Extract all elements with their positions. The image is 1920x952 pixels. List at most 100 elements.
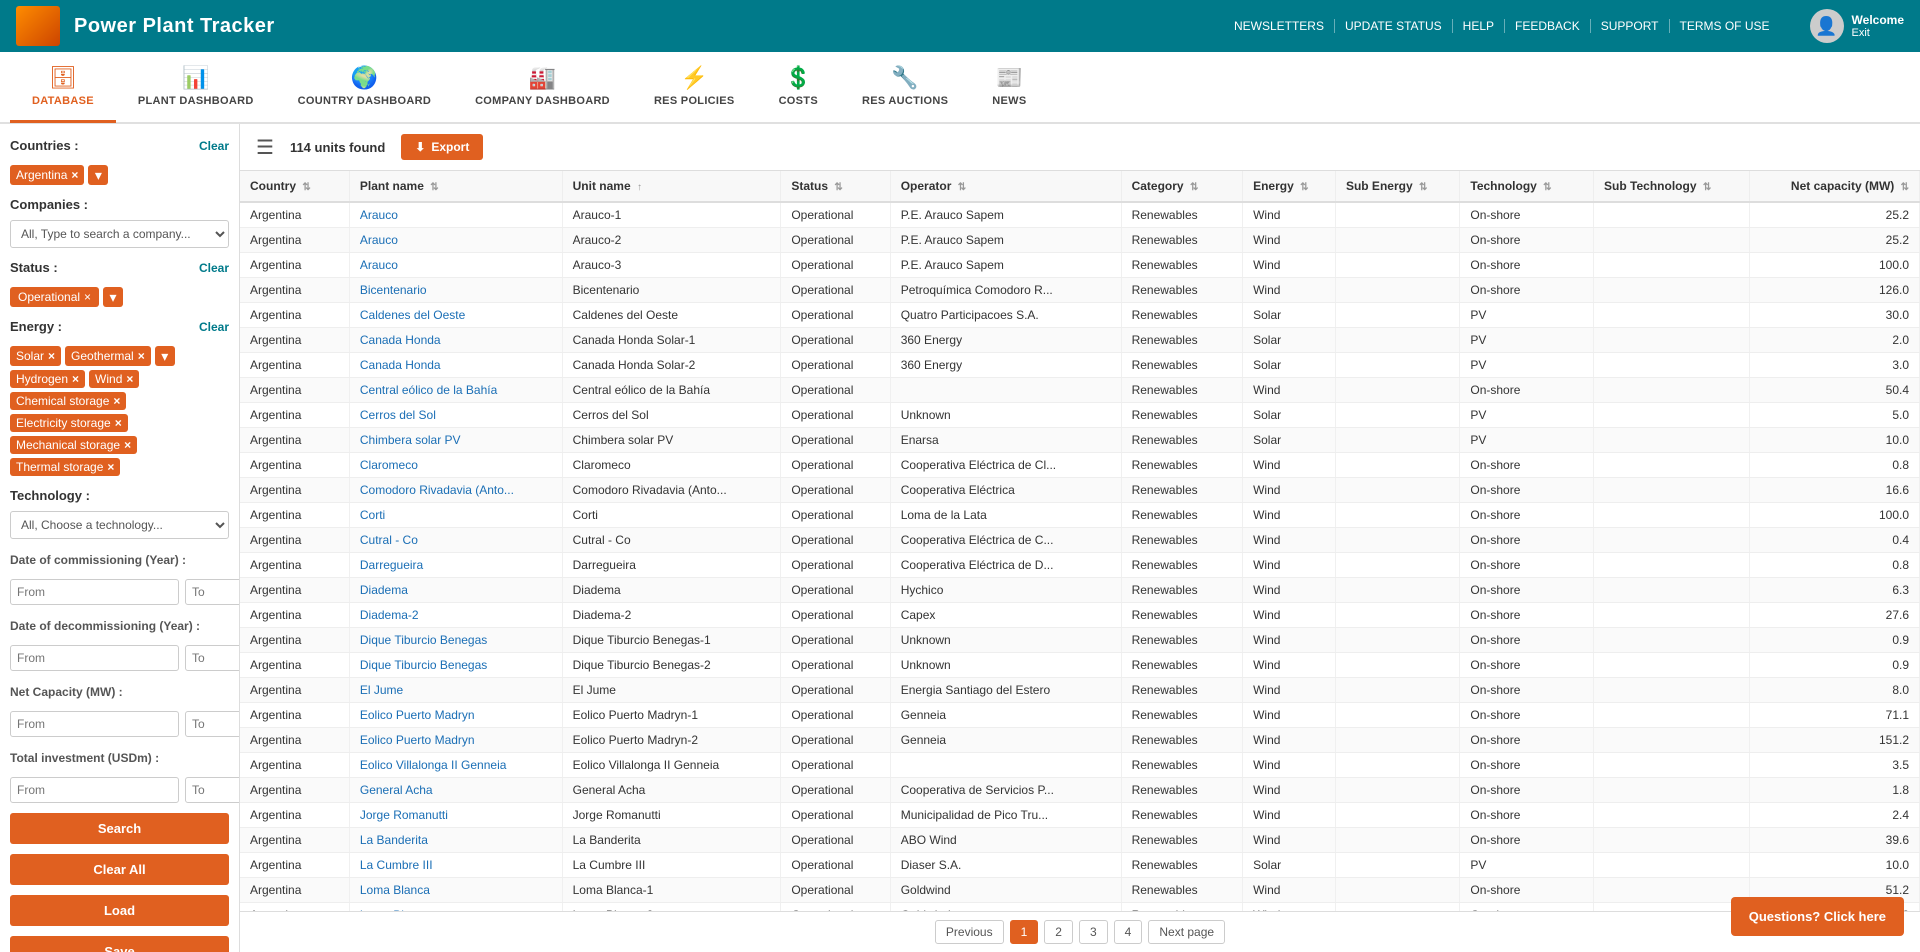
energy-tag-wind[interactable]: Wind × (89, 370, 139, 388)
tab-costs[interactable]: 💲 COSTS (757, 51, 840, 123)
countries-clear-button[interactable]: Clear (199, 139, 229, 153)
tab-plant-dashboard[interactable]: 📊 PLANT DASHBOARD (116, 51, 276, 123)
col-header-sub-technology[interactable]: Sub Technology ⇅ (1594, 171, 1750, 202)
help-float-button[interactable]: Questions? Click here (1731, 897, 1904, 936)
plant-link[interactable]: La Cumbre III (360, 858, 433, 872)
technology-select[interactable]: All, Choose a technology... (10, 511, 229, 539)
plant-link[interactable]: Jorge Romanutti (360, 808, 448, 822)
enerdata-logo[interactable] (16, 6, 60, 46)
energy-clear-button[interactable]: Clear (199, 320, 229, 334)
plant-link[interactable]: Dique Tiburcio Benegas (360, 633, 487, 647)
status-tag-operational-remove[interactable]: × (84, 290, 91, 304)
status-clear-button[interactable]: Clear (199, 261, 229, 275)
plant-link[interactable]: Eolico Puerto Madryn (360, 708, 475, 722)
col-header-category[interactable]: Category ⇅ (1121, 171, 1243, 202)
col-header-sub-energy[interactable]: Sub Energy ⇅ (1335, 171, 1459, 202)
col-header-country[interactable]: Country ⇅ (240, 171, 349, 202)
energy-tag-solar[interactable]: Solar × (10, 346, 61, 366)
col-header-unit[interactable]: Unit name ↑ (562, 171, 781, 202)
decommissioning-from-input[interactable] (10, 645, 179, 671)
tab-country-dashboard[interactable]: 🌍 COUNTRY DASHBOARD (276, 51, 453, 123)
col-header-plant[interactable]: Plant name ⇅ (349, 171, 562, 202)
plant-link[interactable]: Darregueira (360, 558, 423, 572)
energy-tag-solar-remove[interactable]: × (48, 349, 55, 363)
plant-link[interactable]: Corti (360, 508, 385, 522)
country-tag-argentina-remove[interactable]: × (71, 168, 78, 182)
country-tag-argentina[interactable]: Argentina × (10, 165, 84, 185)
energy-tag-hydrogen[interactable]: Hydrogen × (10, 370, 85, 388)
pagination-previous[interactable]: Previous (935, 920, 1004, 944)
col-header-energy[interactable]: Energy ⇅ (1243, 171, 1336, 202)
plant-link[interactable]: Chimbera solar PV (360, 433, 461, 447)
tab-news[interactable]: 📰 NEWS (970, 51, 1048, 123)
plant-link[interactable]: Central eólico de la Bahía (360, 383, 497, 397)
nav-terms[interactable]: TERMS OF USE (1670, 19, 1780, 33)
plant-link[interactable]: El Jume (360, 683, 403, 697)
decommissioning-to-input[interactable] (185, 645, 240, 671)
nav-newsletters[interactable]: NEWSLETTERS (1224, 19, 1335, 33)
user-exit[interactable]: Exit (1852, 27, 1904, 39)
energy-tag-electricity-storage-remove[interactable]: × (115, 416, 122, 430)
plant-link[interactable]: Arauco (360, 208, 398, 222)
energy-tag-electricity-storage[interactable]: Electricity storage × (10, 414, 128, 432)
plant-link[interactable]: Cerros del Sol (360, 408, 436, 422)
companies-select[interactable]: All, Type to search a company... (10, 220, 229, 248)
plant-link[interactable]: Dique Tiburcio Benegas (360, 658, 487, 672)
status-tag-operational[interactable]: Operational × (10, 287, 99, 307)
plant-link[interactable]: Claromeco (360, 458, 418, 472)
plant-link[interactable]: Eolico Villalonga II Genneia (360, 758, 507, 772)
energy-tag-geothermal[interactable]: Geothermal × (65, 346, 151, 366)
nav-update-status[interactable]: UPDATE STATUS (1335, 19, 1453, 33)
col-header-technology[interactable]: Technology ⇅ (1460, 171, 1594, 202)
load-button[interactable]: Load (10, 895, 229, 926)
plant-link[interactable]: Diadema-2 (360, 608, 419, 622)
col-header-status[interactable]: Status ⇅ (781, 171, 890, 202)
tab-database[interactable]: 🗄 DATABASE (10, 51, 116, 123)
countries-dropdown-arrow[interactable]: ▾ (88, 165, 108, 185)
energy-tag-wind-remove[interactable]: × (126, 372, 133, 386)
hamburger-button[interactable]: ☰ (256, 135, 274, 160)
plant-link[interactable]: Bicentenario (360, 283, 427, 297)
export-button[interactable]: ⬇ Export (401, 134, 483, 160)
plant-link[interactable]: Arauco (360, 258, 398, 272)
energy-tag-thermal-storage[interactable]: Thermal storage × (10, 458, 120, 476)
pagination-page-3[interactable]: 3 (1079, 920, 1108, 944)
plant-link[interactable]: Canada Honda (360, 333, 441, 347)
investment-to-input[interactable] (185, 777, 240, 803)
commissioning-from-input[interactable] (10, 579, 179, 605)
capacity-from-input[interactable] (10, 711, 179, 737)
plant-link[interactable]: Cutral - Co (360, 533, 418, 547)
save-button[interactable]: Save (10, 936, 229, 952)
plant-link[interactable]: Caldenes del Oeste (360, 308, 465, 322)
energy-tag-mechanical-storage-remove[interactable]: × (124, 438, 131, 452)
pagination-page-4[interactable]: 4 (1114, 920, 1143, 944)
tab-res-auctions[interactable]: 🔧 RES AUCTIONS (840, 51, 970, 123)
col-header-capacity[interactable]: Net capacity (MW) ⇅ (1749, 171, 1919, 202)
energy-tag-hydrogen-remove[interactable]: × (72, 372, 79, 386)
status-dropdown-arrow[interactable]: ▾ (103, 287, 123, 307)
energy-tag-chemical-storage-remove[interactable]: × (113, 394, 120, 408)
tab-res-policies[interactable]: ⚡ RES POLICIES (632, 51, 757, 123)
tab-company-dashboard[interactable]: 🏭 COMPANY DASHBOARD (453, 51, 632, 123)
investment-from-input[interactable] (10, 777, 179, 803)
col-header-operator[interactable]: Operator ⇅ (890, 171, 1121, 202)
plant-link[interactable]: General Acha (360, 783, 433, 797)
plant-link[interactable]: Arauco (360, 233, 398, 247)
plant-link[interactable]: Diadema (360, 583, 408, 597)
energy-dropdown-arrow[interactable]: ▾ (155, 346, 175, 366)
nav-feedback[interactable]: FEEDBACK (1505, 19, 1591, 33)
capacity-to-input[interactable] (185, 711, 240, 737)
commissioning-to-input[interactable] (185, 579, 240, 605)
plant-link[interactable]: Eolico Puerto Madryn (360, 733, 475, 747)
plant-link[interactable]: La Banderita (360, 833, 428, 847)
plant-link[interactable]: Loma Blanca (360, 883, 430, 897)
pagination-page-2[interactable]: 2 (1044, 920, 1073, 944)
nav-support[interactable]: SUPPORT (1591, 19, 1670, 33)
nav-help[interactable]: HELP (1453, 19, 1505, 33)
plant-link[interactable]: Canada Honda (360, 358, 441, 372)
energy-tag-geothermal-remove[interactable]: × (138, 349, 145, 363)
energy-tag-mechanical-storage[interactable]: Mechanical storage × (10, 436, 137, 454)
pagination-next[interactable]: Next page (1148, 920, 1225, 944)
user-menu[interactable]: 👤 Welcome Exit (1810, 9, 1904, 43)
search-button[interactable]: Search (10, 813, 229, 844)
